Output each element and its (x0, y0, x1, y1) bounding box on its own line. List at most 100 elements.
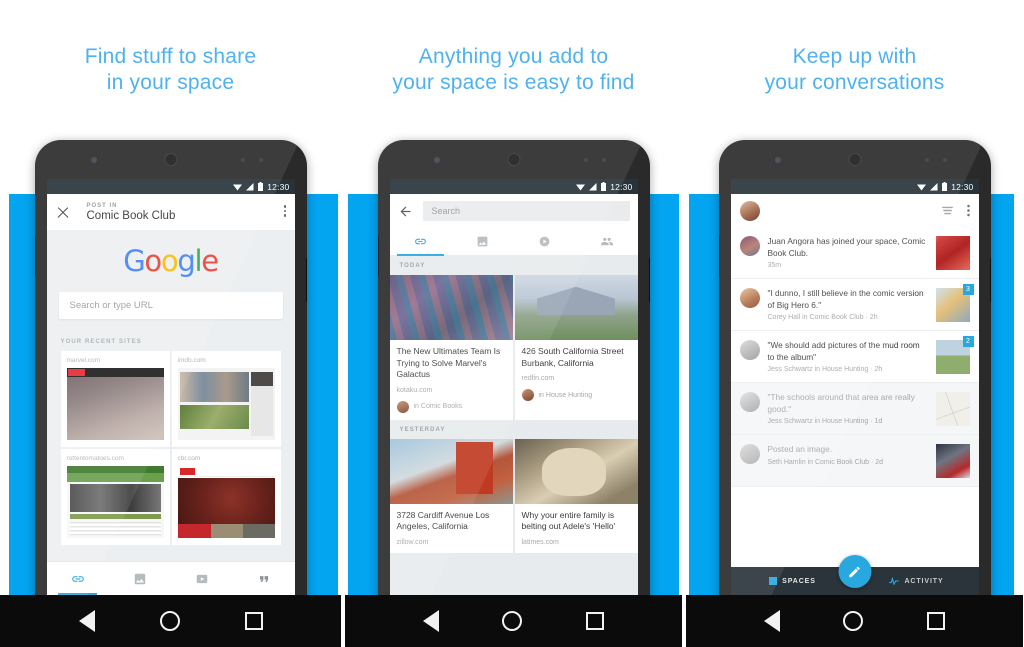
phone-1-screen: 12:30 POST IN Comic Book Club Google Sea… (46, 179, 295, 595)
image-tab[interactable] (109, 562, 171, 595)
power-button[interactable] (989, 258, 991, 302)
site-domain: imdb.com (177, 357, 206, 364)
nav-back-icon[interactable] (78, 610, 95, 632)
panel-1-heading-line1: Find stuff to share (84, 45, 257, 68)
phone-earpiece-area (35, 140, 307, 179)
url-search-input[interactable]: Search or type URL (58, 292, 283, 319)
panel-2-heading-line2: your space is easy to find (392, 71, 635, 94)
space-name: Comic Book Club (86, 209, 176, 222)
site-domain: rottentomatoes.com (66, 455, 124, 462)
phone-mockup-2: 12:30 Search TODAY The New Ultimates Tea… (377, 140, 650, 647)
power-button[interactable] (648, 258, 650, 302)
image-tab[interactable] (452, 228, 514, 255)
new-tab-page: Google Search or type URL YOUR RECENT SI… (46, 230, 295, 595)
card-body: The New Ultimates Team Is Trying to Solv… (390, 340, 513, 420)
card-thumbnail (514, 438, 638, 504)
android-nav-bar (0, 595, 341, 647)
front-camera-icon (433, 157, 440, 163)
back-arrow-icon[interactable] (398, 204, 413, 219)
promo-panel-3: Keep up with your conversations 12:30 Ju… (682, 0, 1023, 647)
volume-button[interactable] (34, 235, 36, 277)
wifi-icon (233, 184, 243, 190)
volume-button[interactable] (718, 235, 720, 277)
recent-site-card[interactable]: cbr.com (171, 449, 281, 545)
nav-recents-icon[interactable] (927, 612, 946, 630)
activity-app-bar (730, 194, 979, 227)
nav-home-icon[interactable] (843, 611, 864, 631)
activity-sub: Jess Schwartz in House Hunting · 1d (767, 418, 883, 425)
activity-icon (889, 577, 900, 585)
site-thumbnail (66, 466, 164, 538)
earpiece-icon (848, 153, 861, 166)
video-tab[interactable] (514, 228, 576, 255)
close-icon[interactable] (55, 204, 71, 220)
activity-sub: Corey Hall in Comic Book Club · 2h (767, 314, 878, 321)
people-icon (600, 237, 613, 246)
nav-back-icon[interactable] (422, 610, 439, 632)
card-space: in House Hunting (538, 391, 593, 399)
avatar (739, 444, 760, 464)
spaces-tab[interactable]: SPACES (731, 577, 855, 585)
video-icon (539, 236, 550, 247)
activity-sub: 35m (767, 262, 782, 269)
more-vert-icon[interactable] (283, 205, 287, 218)
activity-item[interactable]: "The schools around that area are really… (730, 383, 979, 435)
status-time: 12:30 (610, 181, 633, 192)
panel-3-heading-line2: your conversations (764, 71, 945, 94)
nav-recents-icon[interactable] (244, 612, 263, 630)
filter-icon[interactable] (941, 205, 954, 216)
card-space: in Comic Books (413, 403, 463, 410)
more-vert-icon[interactable] (966, 204, 970, 217)
battery-icon (942, 182, 948, 191)
result-card[interactable]: Why your entire family is belting out Ad… (514, 438, 638, 553)
result-card[interactable]: 3728 Cardiff Avenue Los Angeles, Califor… (389, 438, 513, 553)
result-card[interactable]: 426 South California Street Burbank, Cal… (514, 275, 638, 420)
link-tab[interactable] (47, 562, 109, 595)
activity-main: Juan Angora has joined your space, Comic… (767, 236, 926, 258)
nav-home-icon[interactable] (159, 611, 180, 631)
link-tab[interactable] (390, 228, 452, 256)
nav-home-icon[interactable] (502, 611, 523, 631)
activity-item[interactable]: Juan Angora has joined your space, Comic… (730, 227, 979, 279)
cellular-icon (930, 182, 938, 190)
front-camera-icon (90, 157, 97, 163)
recent-site-card[interactable]: rottentomatoes.com (60, 449, 170, 545)
count-badge: 3 (962, 284, 974, 295)
quote-tab[interactable] (233, 562, 295, 595)
video-icon (196, 574, 207, 583)
avatar[interactable] (739, 200, 760, 221)
compose-fab[interactable] (838, 555, 871, 588)
day-label: YESTERDAY (399, 426, 446, 433)
activity-thumbnail: 3 (935, 284, 974, 322)
power-button[interactable] (305, 258, 307, 302)
card-source: kotaku.com (396, 386, 433, 394)
composer-tab-bar (46, 561, 295, 595)
activity-tab[interactable]: ACTIVITY (855, 577, 979, 585)
sensor-icons (240, 158, 263, 162)
avatar (396, 400, 409, 413)
people-tab[interactable] (576, 228, 638, 255)
card-row: The New Ultimates Team Is Trying to Solv… (389, 275, 638, 420)
nav-back-icon[interactable] (763, 610, 780, 632)
activity-item[interactable]: Posted an image. Seth Hamlin in Comic Bo… (730, 435, 979, 487)
recent-site-card[interactable]: marvel.com (60, 351, 170, 447)
activity-item[interactable]: "We should add pictures of the mud room … (730, 331, 979, 383)
battery-icon (601, 182, 607, 191)
cellular-icon (589, 182, 597, 190)
android-nav-bar (345, 595, 682, 647)
panel-3-heading: Keep up with your conversations (686, 44, 1023, 96)
activity-thumbnail (935, 236, 970, 270)
search-input[interactable]: Search (422, 201, 630, 221)
video-tab[interactable] (171, 562, 233, 595)
recent-site-card[interactable]: imdb.com (171, 351, 281, 447)
activity-main: "The schools around that area are really… (767, 392, 915, 414)
activity-text: Juan Angora has joined your space, Comic… (768, 236, 928, 269)
result-card[interactable]: The New Ultimates Team Is Trying to Solv… (389, 275, 513, 420)
card-title: 3728 Cardiff Avenue Los Angeles, Califor… (396, 509, 490, 532)
promo-panel-1: Find stuff to share in your space 12:30 … (0, 0, 341, 647)
spaces-icon (769, 577, 778, 585)
activity-thumbnail (935, 444, 970, 478)
nav-recents-icon[interactable] (586, 612, 605, 630)
volume-button[interactable] (377, 235, 379, 277)
activity-item[interactable]: "I dunno, I still believe in the comic v… (730, 279, 979, 331)
